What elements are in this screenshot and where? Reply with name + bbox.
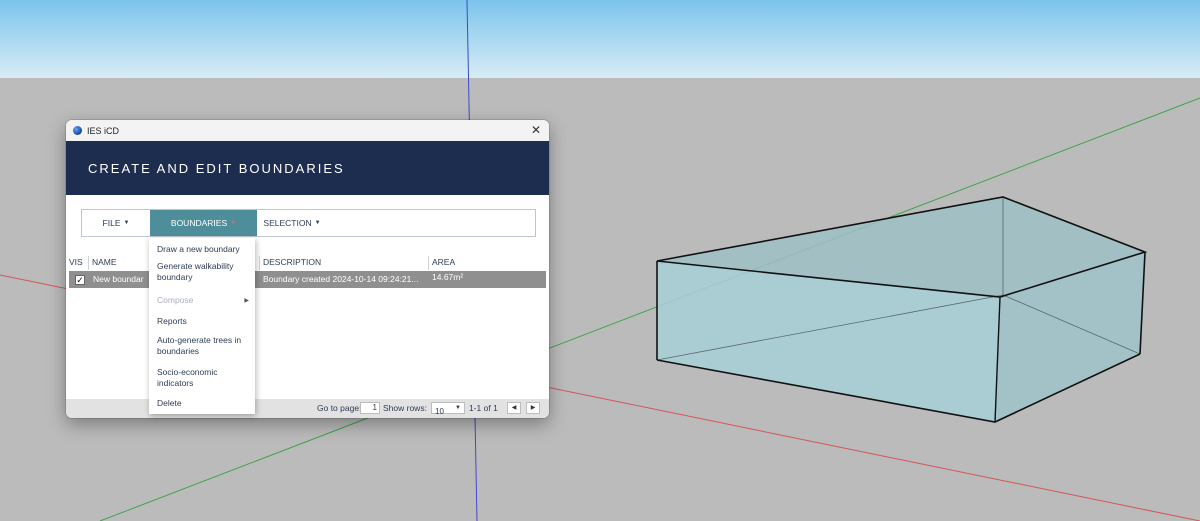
show-rows-label: Show rows: <box>383 403 427 413</box>
file-menu-label: FILE <box>102 218 121 228</box>
3d-viewport[interactable]: IES iCD ✕ CREATE AND EDIT BOUNDARIES FIL… <box>0 0 1200 521</box>
column-divider <box>259 256 260 270</box>
row-name: New boundar <box>93 274 144 284</box>
column-description[interactable]: DESCRIPTION <box>263 257 321 267</box>
rows-per-page-value: 10 <box>435 407 444 416</box>
column-divider <box>88 256 89 270</box>
boundaries-dropdown-menu: Draw a new boundary Generate walkability… <box>149 238 255 414</box>
column-divider <box>428 256 429 270</box>
column-area[interactable]: AREA <box>432 257 455 267</box>
selection-menu-label: SELECTION <box>263 218 312 228</box>
menu-item-compose: Compose <box>157 295 194 305</box>
caret-down-icon: ▼ <box>314 220 321 226</box>
boundaries-menu-button[interactable]: BOUNDARIES ▼ <box>150 210 257 236</box>
visibility-checkbox[interactable]: ✓ <box>75 275 85 285</box>
ies-app-icon <box>73 126 82 135</box>
prev-page-button[interactable]: ◀ <box>507 402 521 414</box>
pagination-footer: Go to page: 1 Show rows: 10 ▼ 1-1 of 1 ◀… <box>66 399 549 418</box>
column-name[interactable]: NAME <box>92 257 117 267</box>
column-vis[interactable]: VIS <box>69 257 83 267</box>
menu-item-socio-economic-indicators[interactable]: Socio-economic indicators <box>157 367 237 389</box>
dialog-header: CREATE AND EDIT BOUNDARIES <box>66 141 549 195</box>
menu-item-generate-walkability-boundary[interactable]: Generate walkability boundary <box>157 261 249 283</box>
next-page-button[interactable]: ▶ <box>526 402 540 414</box>
dialog-titlebar[interactable]: IES iCD ✕ <box>66 120 549 141</box>
page-number-input[interactable]: 1 <box>360 402 380 414</box>
table-header: VIS NAME DESCRIPTION AREA <box>66 256 549 270</box>
file-menu-button[interactable]: FILE ▼ <box>82 210 150 236</box>
create-edit-boundaries-dialog: IES iCD ✕ CREATE AND EDIT BOUNDARIES FIL… <box>66 120 549 418</box>
rows-per-page-select[interactable]: 10 ▼ <box>431 402 465 416</box>
menu-item-draw-new-boundary[interactable]: Draw a new boundary <box>157 244 240 255</box>
menu-item-auto-generate-trees[interactable]: Auto-generate trees in boundaries <box>157 335 245 357</box>
submenu-arrow-icon: ▶ <box>244 298 249 304</box>
menu-item-delete[interactable]: Delete <box>157 398 182 409</box>
close-icon[interactable]: ✕ <box>529 123 543 137</box>
menu-item-reports[interactable]: Reports <box>157 316 187 327</box>
sky <box>0 0 1200 78</box>
caret-down-icon: ▼ <box>230 220 237 226</box>
row-description: Boundary created 2024-10-14 09:24:21... <box>263 274 419 284</box>
selection-menu-button[interactable]: SELECTION ▼ <box>257 210 327 236</box>
table-row[interactable]: ✓ New boundar Boundary created 2024-10-1… <box>69 271 546 288</box>
boundaries-menu-label: BOUNDARIES <box>170 218 228 228</box>
row-area: 14.67m² <box>432 272 464 282</box>
go-to-page-label: Go to page: <box>317 403 362 413</box>
menubar: FILE ▼ BOUNDARIES ▼ SELECTION ▼ <box>81 209 536 237</box>
caret-down-icon: ▼ <box>123 220 130 226</box>
window-title: IES iCD <box>87 125 120 136</box>
page-range-text: 1-1 of 1 <box>469 403 498 413</box>
caret-down-icon: ▼ <box>455 405 461 411</box>
page-title: CREATE AND EDIT BOUNDARIES <box>88 161 345 176</box>
